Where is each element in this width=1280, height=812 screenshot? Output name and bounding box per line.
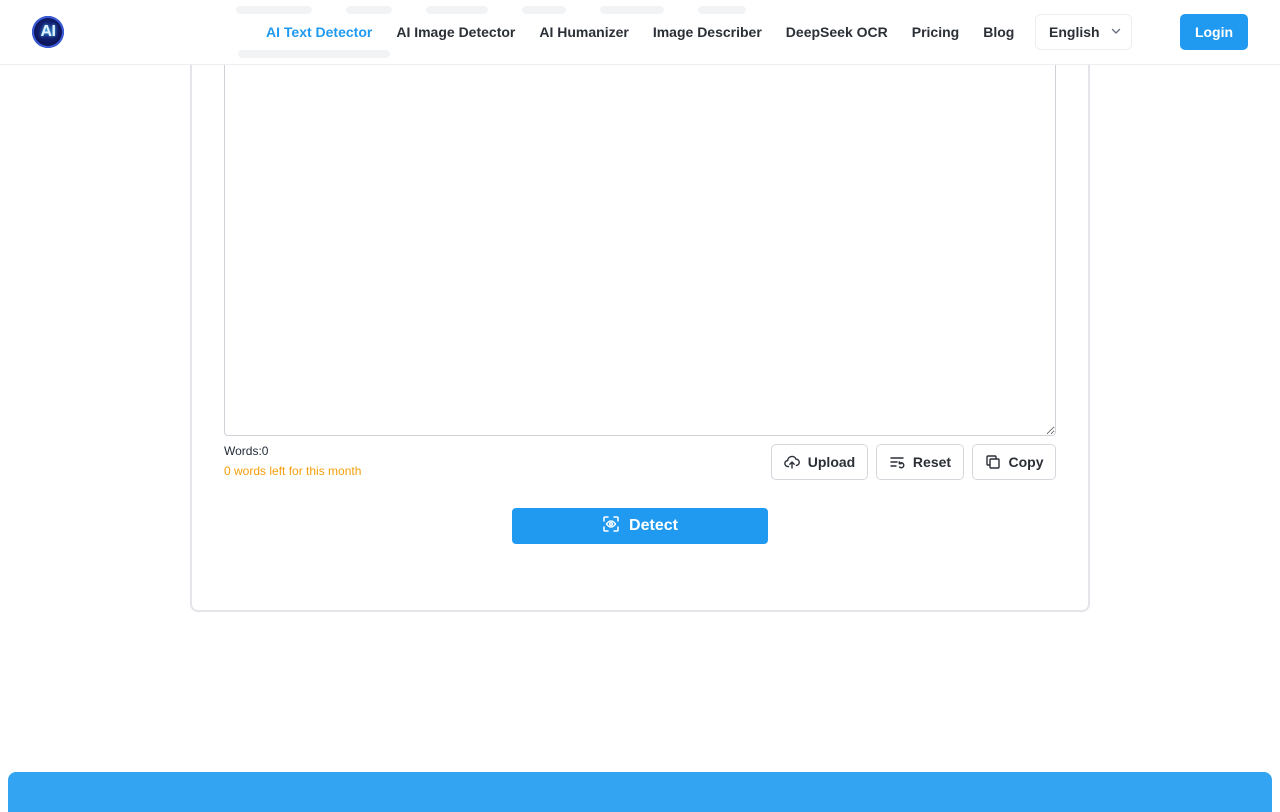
site-header: AI AI Text Detector AI Image Detector AI…	[0, 0, 1280, 65]
chevron-down-icon	[1110, 24, 1122, 40]
detect-label: Detect	[629, 517, 678, 534]
detect-button[interactable]: Detect	[512, 508, 768, 544]
reset-list-icon	[889, 454, 905, 470]
reset-label: Reset	[912, 454, 952, 470]
bottom-banner	[8, 772, 1272, 812]
language-select[interactable]: English	[1035, 14, 1132, 50]
nav-image-describer[interactable]: Image Describer	[653, 24, 762, 40]
upload-button[interactable]: Upload	[771, 444, 868, 480]
nav-ai-text-detector[interactable]: AI Text Detector	[266, 24, 372, 40]
nav-blog[interactable]: Blog	[983, 24, 1014, 40]
upload-label: Upload	[807, 454, 856, 470]
nav-deepseek-ocr[interactable]: DeepSeek OCR	[786, 24, 888, 40]
logo-text: AI	[40, 23, 57, 40]
cloud-upload-icon	[783, 454, 800, 470]
site-logo[interactable]: AI	[32, 16, 64, 48]
text-input[interactable]	[224, 40, 1056, 436]
nav-ai-humanizer[interactable]: AI Humanizer	[539, 24, 628, 40]
main-nav: AI Text Detector AI Image Detector AI Hu…	[266, 0, 1014, 64]
nav-pricing[interactable]: Pricing	[912, 24, 959, 40]
copy-label: Copy	[1008, 454, 1044, 470]
copy-icon	[985, 454, 1001, 470]
language-value: English	[1049, 24, 1100, 40]
nav-ai-image-detector[interactable]: AI Image Detector	[396, 24, 515, 40]
reset-button[interactable]: Reset	[876, 444, 964, 480]
copy-button[interactable]: Copy	[972, 444, 1056, 480]
login-label: Login	[1194, 24, 1234, 40]
scan-icon	[602, 515, 620, 538]
login-button[interactable]: Login	[1180, 14, 1248, 50]
words-left-notice: 0 words left for this month	[224, 464, 362, 478]
word-count: Words:0	[224, 444, 269, 458]
